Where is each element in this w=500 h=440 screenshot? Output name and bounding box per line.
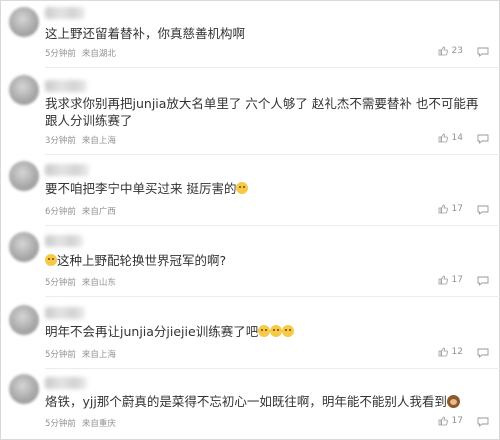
comment-time: 6分钟前 bbox=[45, 207, 76, 217]
sweat-smile-emoji bbox=[236, 182, 249, 194]
thumbs-up-icon bbox=[438, 416, 448, 426]
reply-icon[interactable] bbox=[477, 276, 489, 286]
comment-location: 来自湖北 bbox=[81, 49, 116, 59]
reply-icon[interactable] bbox=[477, 134, 489, 144]
like-count: 23 bbox=[451, 46, 463, 56]
comment-time: 5分钟前 bbox=[45, 278, 76, 288]
comment-meta: 6分钟前 来自广西 bbox=[45, 205, 116, 217]
comment-location: 来自重庆 bbox=[81, 419, 116, 429]
reply-icon[interactable] bbox=[477, 205, 489, 215]
username-blurred[interactable] bbox=[45, 235, 83, 247]
like-button[interactable]: 14 bbox=[438, 133, 463, 143]
comment-text-content: 明年不会再让junjia分jiejie训练赛了吧 bbox=[45, 324, 259, 339]
comment-text: 这种上野配轮换世界冠军的啊? bbox=[45, 252, 489, 269]
comment-text: 烙铁，yjj那个蔚真的是菜得不忘初心一如既往啊，明年能不能别人我看到 bbox=[45, 393, 489, 410]
username-blurred[interactable] bbox=[45, 307, 85, 319]
comment-meta: 5分钟前 来自山东 bbox=[45, 276, 116, 288]
smile-emoji bbox=[282, 325, 295, 337]
thumbs-up-icon bbox=[438, 275, 448, 285]
comment-list: 这上野还留着替补，你真慈善机构啊 5分钟前 来自湖北 23 我求求你别再把junj… bbox=[0, 0, 500, 440]
like-count: 17 bbox=[451, 204, 463, 214]
comment-text-content: 烙铁，yjj那个蔚真的是菜得不忘初心一如既往啊，明年能不能别人我看到 bbox=[45, 394, 447, 409]
avatar[interactable] bbox=[9, 75, 39, 105]
thumbs-up-icon bbox=[438, 46, 448, 56]
like-button[interactable]: 17 bbox=[438, 416, 463, 426]
avatar[interactable] bbox=[9, 305, 39, 335]
divider bbox=[45, 225, 500, 226]
comment-time: 5分钟前 bbox=[45, 350, 76, 360]
smile-emoji bbox=[45, 254, 57, 266]
thumbs-up-icon bbox=[438, 133, 448, 143]
avatar[interactable] bbox=[9, 7, 39, 37]
comment-time: 3分钟前 bbox=[45, 136, 76, 146]
comment-meta: 5分钟前 来自上海 bbox=[45, 348, 116, 360]
smile-emoji bbox=[270, 325, 283, 337]
like-count: 14 bbox=[451, 133, 463, 143]
smile-emoji bbox=[258, 325, 271, 337]
comment-location: 来自山东 bbox=[81, 278, 116, 288]
comment-meta: 5分钟前 来自湖北 bbox=[45, 47, 116, 59]
comment-location: 来自上海 bbox=[81, 350, 116, 360]
comment-text: 要不咱把李宁中单买过来 挺厉害的 bbox=[45, 180, 489, 197]
divider bbox=[45, 296, 500, 297]
comment-text-content: 这种上野配轮换世界冠军的啊? bbox=[57, 253, 227, 268]
like-button[interactable]: 12 bbox=[438, 347, 463, 357]
thumbs-up-icon bbox=[438, 347, 448, 357]
divider bbox=[45, 67, 500, 68]
comment-time: 5分钟前 bbox=[45, 419, 76, 429]
like-button[interactable]: 17 bbox=[438, 275, 463, 285]
reply-icon[interactable] bbox=[477, 47, 489, 57]
comment-text: 我求求你别再把junjia放大名单里了 六个人够了 赵礼杰不需要替补 也不可能再… bbox=[45, 96, 479, 128]
username-blurred[interactable] bbox=[45, 80, 87, 92]
username-blurred[interactable] bbox=[45, 164, 89, 176]
like-count: 12 bbox=[451, 347, 463, 357]
comment-location: 来自上海 bbox=[81, 136, 116, 146]
username-blurred[interactable] bbox=[45, 377, 87, 389]
like-button[interactable]: 17 bbox=[438, 204, 463, 214]
username-blurred[interactable] bbox=[45, 7, 85, 19]
like-count: 17 bbox=[451, 275, 463, 285]
comment-text: 这上野还留着替补，你真慈善机构啊 bbox=[45, 26, 246, 41]
reply-icon[interactable] bbox=[477, 348, 489, 358]
avatar[interactable] bbox=[9, 232, 39, 262]
comment-text-content: 要不咱把李宁中单买过来 挺厉害的 bbox=[45, 181, 237, 196]
avatar[interactable] bbox=[9, 374, 39, 404]
like-count: 17 bbox=[451, 416, 463, 426]
comment-location: 来自广西 bbox=[81, 207, 116, 217]
comment-meta: 3分钟前 来自上海 bbox=[45, 134, 116, 146]
comment-time: 5分钟前 bbox=[45, 49, 76, 59]
divider bbox=[45, 368, 500, 369]
thumbs-up-icon bbox=[438, 204, 448, 214]
reply-icon[interactable] bbox=[477, 417, 489, 427]
comment-text: 明年不会再让junjia分jiejie训练赛了吧 bbox=[45, 323, 489, 340]
like-button[interactable]: 23 bbox=[438, 46, 463, 56]
comment-meta: 5分钟前 来自重庆 bbox=[45, 417, 116, 429]
monkey-emoji bbox=[446, 395, 460, 408]
divider bbox=[45, 154, 500, 155]
avatar[interactable] bbox=[9, 161, 39, 191]
